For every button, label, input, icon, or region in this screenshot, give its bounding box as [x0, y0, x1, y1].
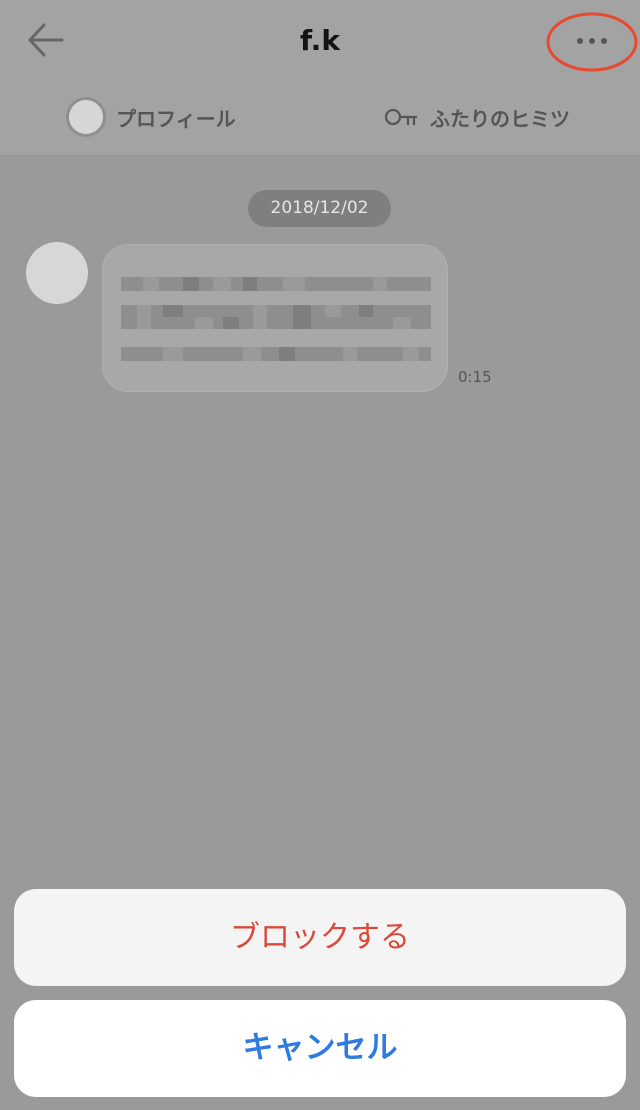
message-timestamp: 0:15 — [458, 368, 492, 386]
tab-profile[interactable]: プロフィール — [66, 94, 236, 140]
avatar — [66, 97, 106, 137]
chat-header: f.k プロフィール ふたりのヒミツ — [0, 0, 640, 156]
tab-profile-label: プロフィール — [116, 106, 236, 131]
pixelated-message-text — [121, 277, 431, 361]
tab-secret[interactable]: ふたりのヒミツ — [384, 94, 570, 140]
cancel-button[interactable]: キャンセル — [14, 1000, 626, 1097]
more-dots-icon — [546, 12, 638, 72]
header-tabs: プロフィール ふたりのヒミツ — [0, 92, 640, 142]
more-options-button[interactable] — [546, 12, 638, 80]
sender-avatar[interactable] — [26, 242, 88, 304]
chat-title: f.k — [300, 24, 340, 57]
tab-secret-label: ふたりのヒミツ — [430, 106, 570, 131]
block-button[interactable]: ブロックする — [14, 889, 626, 986]
date-divider: 2018/12/02 — [248, 190, 391, 227]
message-bubble[interactable] — [102, 244, 448, 392]
key-icon — [384, 108, 417, 126]
